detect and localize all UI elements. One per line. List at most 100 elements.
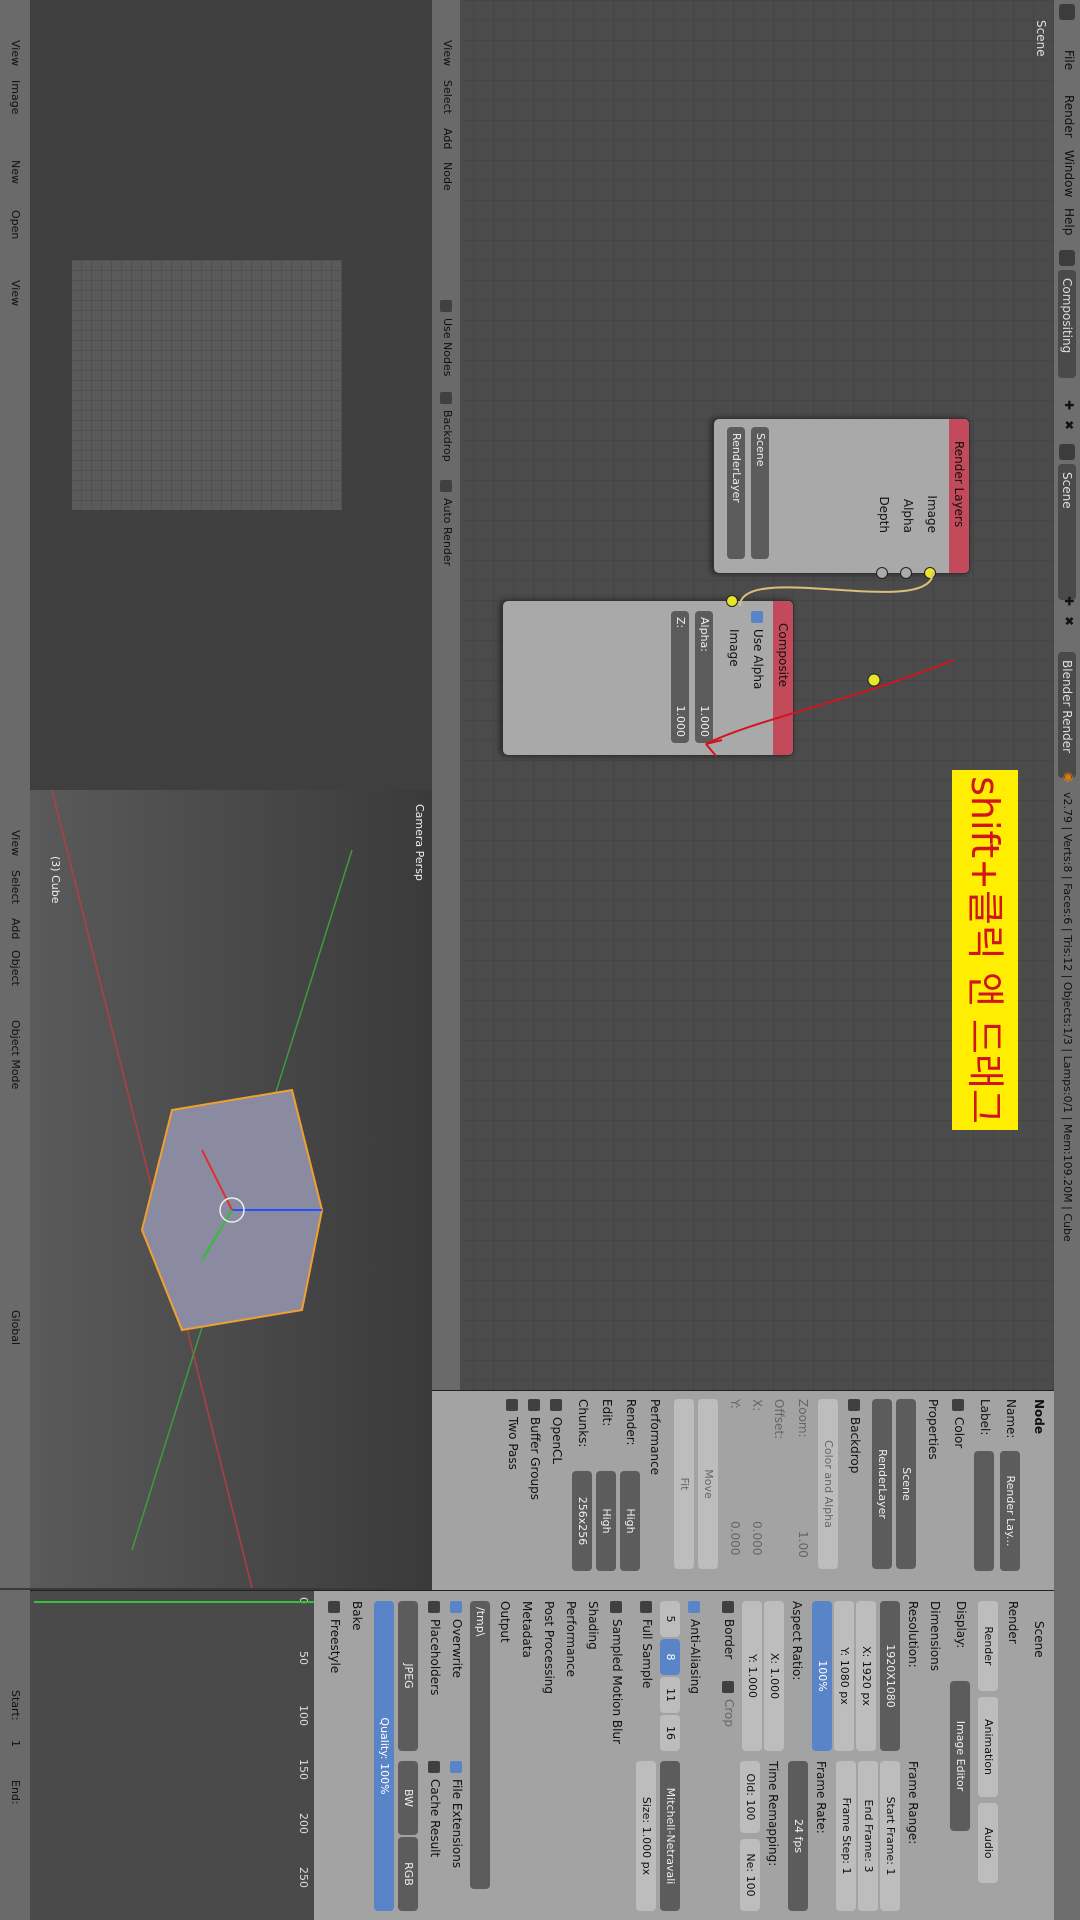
output-path-field[interactable]: /tmp\ xyxy=(470,1601,490,1889)
motion-blur-checkbox[interactable] xyxy=(610,1601,622,1613)
performance-section-render[interactable]: Performance xyxy=(564,1601,578,1677)
res-x-field[interactable]: X: 1920 px xyxy=(856,1601,876,1751)
viewport-menu-select[interactable]: Select xyxy=(9,870,22,904)
viewport-menu-view[interactable]: View xyxy=(9,830,22,856)
post-processing-section[interactable]: Post Processing xyxy=(542,1601,556,1694)
timeline-area[interactable]: 0 50 100 150 200 250 xyxy=(0,1591,314,1920)
close-scene-icon[interactable]: ✖ xyxy=(1062,616,1076,626)
aa-samples-5[interactable]: 5 xyxy=(660,1601,680,1637)
preset-select[interactable]: 1920X1080 xyxy=(880,1601,900,1751)
add-scene-icon[interactable]: ✚ xyxy=(1062,596,1076,606)
scene-icon[interactable] xyxy=(1059,444,1075,460)
bake-section[interactable]: Bake xyxy=(350,1601,364,1631)
chunks-select[interactable]: 256x256 xyxy=(572,1471,592,1571)
node-menu-add[interactable]: Add xyxy=(441,128,454,149)
display-select[interactable]: Image Editor xyxy=(950,1681,970,1831)
res-y-field[interactable]: Y: 1080 px xyxy=(834,1601,854,1751)
menu-help[interactable]: Help xyxy=(1062,208,1076,235)
aspect-x-field[interactable]: X: 1.000 xyxy=(764,1601,784,1751)
3d-viewport[interactable]: Camera Persp (3) Cube xyxy=(30,790,432,1588)
image-editor[interactable] xyxy=(30,0,432,790)
render-animation-button[interactable]: Animation xyxy=(978,1697,998,1797)
freestyle-section[interactable]: Freestyle xyxy=(328,1619,342,1673)
aa-size-field[interactable]: Size: 1.000 px xyxy=(636,1761,656,1911)
name-field[interactable]: Render Lay... xyxy=(1000,1451,1020,1571)
aa-samples-16[interactable]: 16 xyxy=(660,1715,680,1751)
remap-old-field[interactable]: Old: 100 xyxy=(740,1761,760,1833)
frame-step-field[interactable]: Frame Step: 1 xyxy=(836,1761,856,1911)
label-field[interactable] xyxy=(974,1451,994,1571)
menu-window[interactable]: Window xyxy=(1062,150,1076,197)
opencl-checkbox[interactable] xyxy=(550,1399,562,1411)
panel-layer-field[interactable]: RenderLayer xyxy=(872,1399,892,1569)
dimensions-section[interactable]: Dimensions xyxy=(928,1601,942,1671)
start-frame-field[interactable]: Start Frame: 1 xyxy=(880,1761,900,1911)
color-and-alpha-button[interactable]: Color and Alpha xyxy=(818,1399,838,1569)
viewport-menu-object[interactable]: Object xyxy=(9,950,22,986)
buffer-groups-checkbox[interactable] xyxy=(528,1399,540,1411)
close-workspace-icon[interactable]: ✖ xyxy=(1062,420,1076,430)
cache-result-checkbox[interactable] xyxy=(428,1761,440,1773)
transform-orientation-select[interactable]: Global xyxy=(9,1310,22,1345)
image-menu-image[interactable]: Image xyxy=(9,80,22,114)
timeline-start-value[interactable]: 1 xyxy=(9,1740,22,1747)
reroute-point[interactable] xyxy=(867,673,881,687)
end-frame-field[interactable]: End Frame: 3 xyxy=(858,1761,878,1911)
file-extensions-checkbox[interactable] xyxy=(450,1761,462,1773)
scene-selector[interactable]: Scene xyxy=(1058,464,1076,600)
panel-scene-field[interactable]: Scene xyxy=(896,1399,916,1569)
res-percent-slider[interactable]: 100% xyxy=(812,1601,832,1751)
properties-section[interactable]: Properties xyxy=(926,1399,940,1460)
color-bw-button[interactable]: BW xyxy=(398,1761,418,1835)
new-image-button[interactable]: New xyxy=(9,160,22,184)
backdrop-checkbox[interactable] xyxy=(440,392,452,404)
color-checkbox[interactable] xyxy=(952,1399,964,1411)
node-menu-view[interactable]: View xyxy=(441,40,454,66)
edit-quality-select[interactable]: High xyxy=(596,1471,616,1571)
node-menu-select[interactable]: Select xyxy=(441,80,454,114)
render-engine-selector[interactable]: Blender Render xyxy=(1058,652,1076,778)
workspace-selector[interactable]: Compositing xyxy=(1058,270,1076,378)
overwrite-checkbox[interactable] xyxy=(450,1601,462,1613)
aa-samples-8[interactable]: 8 xyxy=(660,1639,680,1675)
aspect-y-field[interactable]: Y: 1.000 xyxy=(742,1601,762,1751)
render-still-button[interactable]: Render xyxy=(978,1601,998,1691)
anti-aliasing-checkbox[interactable] xyxy=(688,1601,700,1613)
blender-info-icon[interactable] xyxy=(1059,4,1075,20)
file-format-select[interactable]: JPEG xyxy=(398,1601,418,1751)
image-view-select[interactable]: View xyxy=(9,280,22,306)
fit-button[interactable]: Fit xyxy=(674,1399,694,1569)
use-nodes-checkbox[interactable] xyxy=(440,300,452,312)
render-quality-select[interactable]: High xyxy=(620,1471,640,1571)
remap-new-field[interactable]: Ne: 100 xyxy=(740,1839,760,1911)
render-audio-button[interactable]: Audio xyxy=(978,1803,998,1883)
menu-file[interactable]: File xyxy=(1062,50,1076,70)
two-pass-checkbox[interactable] xyxy=(506,1399,518,1411)
move-button[interactable]: Move xyxy=(698,1399,718,1569)
auto-render-checkbox[interactable] xyxy=(440,480,452,492)
color-rgb-button[interactable]: RGB xyxy=(398,1837,418,1911)
motion-blur-section[interactable]: Sampled Motion Blur xyxy=(610,1619,624,1744)
frame-rate-select[interactable]: 24 fps xyxy=(788,1761,808,1911)
node-link[interactable] xyxy=(739,571,934,607)
crop-checkbox[interactable] xyxy=(722,1681,734,1693)
metadata-section[interactable]: Metadata xyxy=(520,1601,534,1658)
node-editor[interactable]: Scene Render Layers Image Alpha Depth Sc… xyxy=(432,0,1054,1390)
freestyle-checkbox[interactable] xyxy=(328,1601,340,1613)
aa-samples-11[interactable]: 11 xyxy=(660,1677,680,1713)
object-mode-select[interactable]: Object Mode xyxy=(9,1020,22,1089)
add-workspace-icon[interactable]: ✚ xyxy=(1062,400,1076,410)
viewport-menu-add[interactable]: Add xyxy=(9,918,22,939)
shading-section[interactable]: Shading xyxy=(586,1601,600,1650)
anti-aliasing-section[interactable]: Anti-Aliasing xyxy=(688,1619,702,1694)
output-section[interactable]: Output xyxy=(498,1601,512,1643)
performance-section[interactable]: Performance xyxy=(648,1399,662,1475)
panel-backdrop-checkbox[interactable] xyxy=(848,1399,860,1411)
image-menu-view[interactable]: View xyxy=(9,40,22,66)
placeholders-checkbox[interactable] xyxy=(428,1601,440,1613)
aa-filter-select[interactable]: Mitchell-Netravali xyxy=(660,1761,680,1911)
border-checkbox[interactable] xyxy=(722,1601,734,1613)
node-menu-node[interactable]: Node xyxy=(441,162,454,191)
timeline-playhead[interactable] xyxy=(34,1601,314,1603)
full-sample-checkbox[interactable] xyxy=(640,1601,652,1613)
